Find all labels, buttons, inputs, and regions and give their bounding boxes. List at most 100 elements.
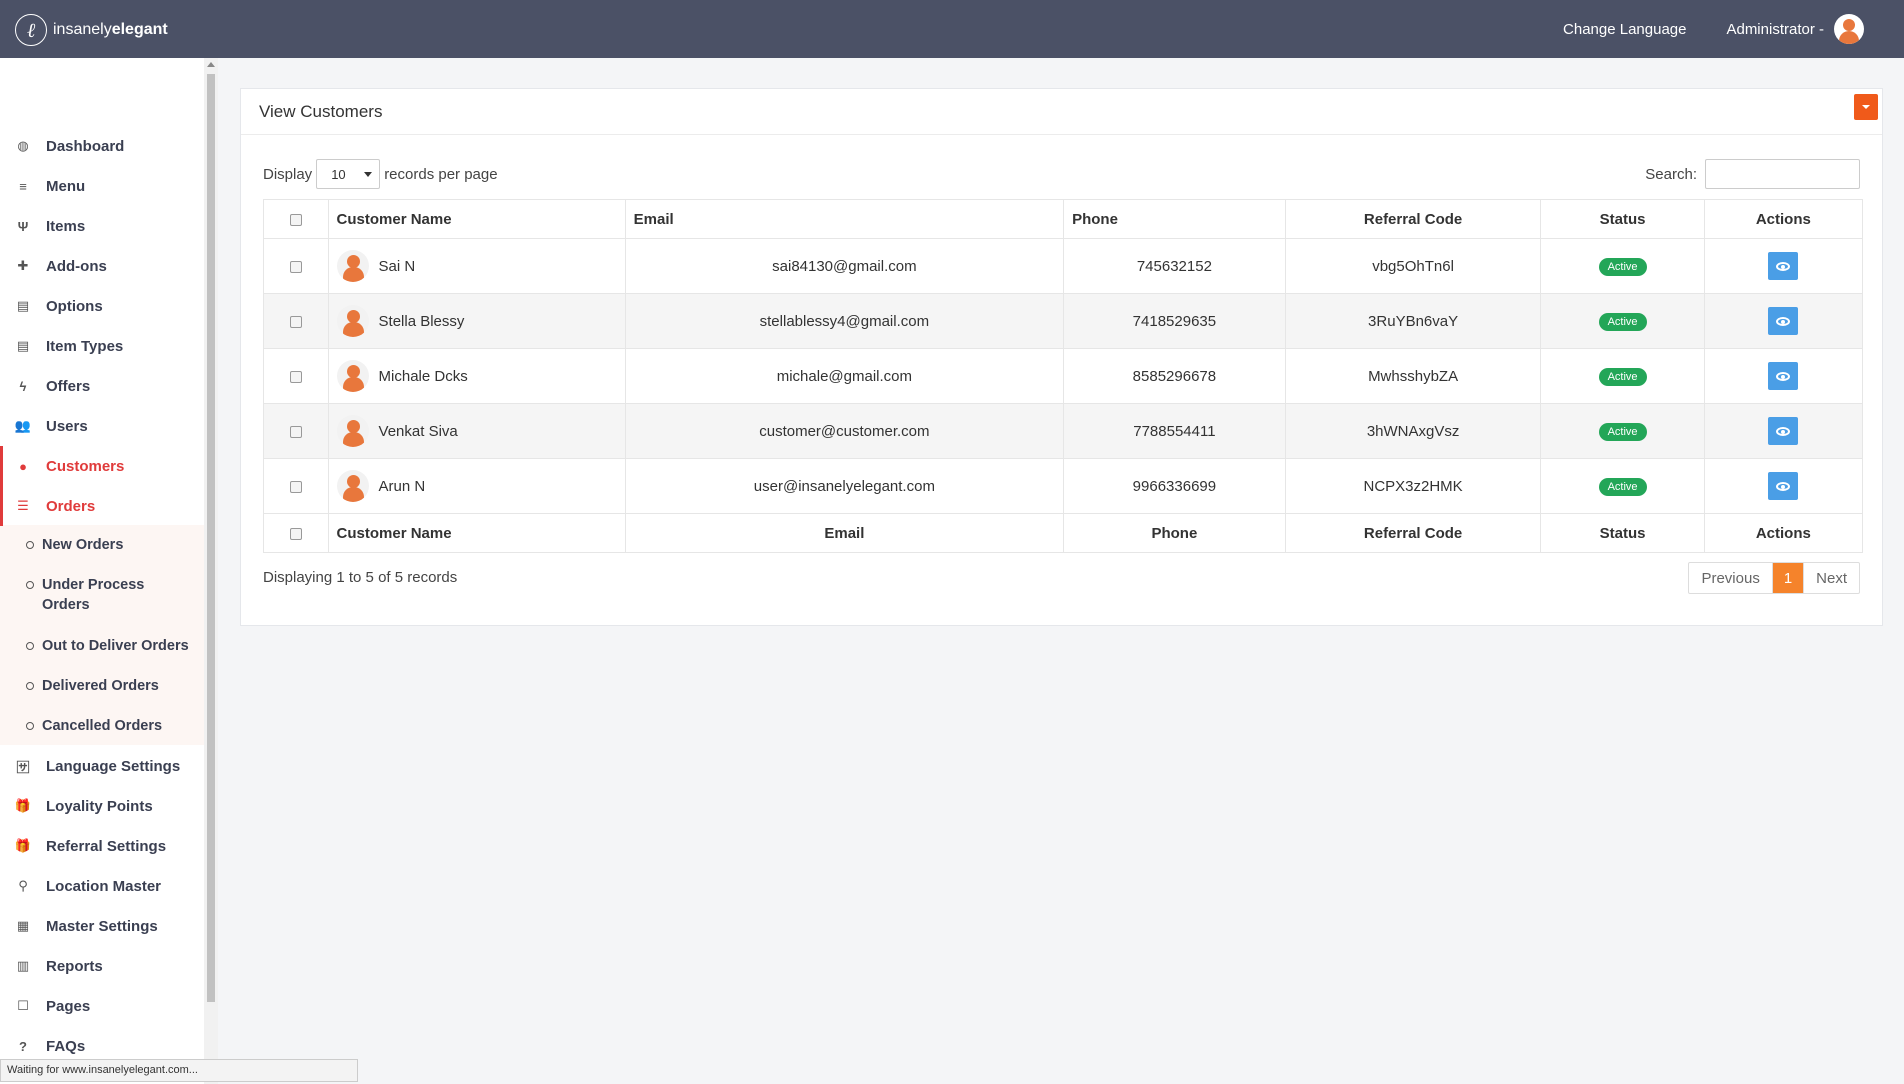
- user-menu[interactable]: Administrator -: [1726, 14, 1864, 44]
- footer-col-actions: Actions: [1703, 513, 1864, 553]
- view-button[interactable]: [1768, 252, 1799, 280]
- row-checkbox[interactable]: [289, 480, 302, 493]
- sidebar-item-items[interactable]: Ψ Items: [0, 206, 204, 246]
- list-icon: ☰: [17, 498, 29, 513]
- customer-name: Arun N: [378, 477, 426, 495]
- sidebar-item-referral-settings[interactable]: 🎁 Referral Settings: [0, 826, 204, 866]
- customer-name: Stella Blessy: [378, 312, 465, 330]
- previous-page-button[interactable]: Previous: [1689, 563, 1773, 593]
- sidebar-item-orders[interactable]: ☰ Orders: [0, 486, 204, 526]
- brand-logo[interactable]: ℓ insanelyelegant: [15, 14, 168, 46]
- submenu-item-delivered-orders[interactable]: Delivered Orders: [0, 676, 204, 696]
- panel-header-divider: [241, 134, 1882, 135]
- row-checkbox[interactable]: [289, 260, 302, 273]
- question-icon: ?: [19, 1038, 27, 1054]
- dashboard-icon: ◍: [17, 138, 29, 153]
- sidebar-item-offers[interactable]: ϟ Offers: [0, 366, 204, 406]
- scroll-up-arrow-icon[interactable]: [207, 62, 215, 67]
- email-cell: stellablessy4@gmail.com: [624, 293, 1065, 349]
- email-cell: customer@customer.com: [624, 403, 1065, 459]
- row-checkbox[interactable]: [289, 315, 302, 328]
- sidebar-item-label: Options: [46, 297, 103, 315]
- sidebar-scrollbar-thumb[interactable]: [207, 74, 215, 1002]
- sidebar-item-customers[interactable]: ● Customers: [0, 446, 204, 486]
- submenu-item-new-orders[interactable]: New Orders: [0, 535, 204, 555]
- circle-icon: [26, 722, 34, 730]
- status-cell: Active: [1540, 293, 1705, 349]
- phone-cell: 8585296678: [1063, 348, 1286, 404]
- status-badge: Active: [1598, 367, 1647, 386]
- table-header-row: Customer Name Email Phone Referral Code …: [263, 199, 1864, 239]
- orders-submenu: [0, 525, 204, 745]
- sidebar-item-label: Loyality Points: [46, 797, 153, 815]
- view-button[interactable]: [1768, 472, 1799, 500]
- sidebar-item-loyality-points[interactable]: 🎁 Loyality Points: [0, 786, 204, 826]
- phone-cell: 9966336699: [1063, 458, 1286, 514]
- current-page-button[interactable]: 1: [1772, 563, 1804, 593]
- page-size-select[interactable]: 10: [316, 159, 381, 189]
- row-select-cell: [263, 293, 329, 349]
- sidebar-item-label: Items: [46, 217, 86, 235]
- col-phone[interactable]: Phone: [1063, 199, 1286, 239]
- view-button[interactable]: [1768, 417, 1799, 445]
- sidebar-item-users[interactable]: 👥 Users: [0, 406, 204, 446]
- select-all-checkbox[interactable]: [289, 213, 302, 226]
- email-cell: michale@gmail.com: [624, 348, 1065, 404]
- sidebar-scrollbar[interactable]: [204, 58, 218, 1084]
- eye-icon: [1776, 371, 1791, 381]
- customer-name-cell: Sai N: [327, 238, 626, 294]
- language-icon: 🈂: [16, 759, 30, 775]
- submenu-item-out-to-deliver-orders[interactable]: Out to Deliver Orders: [0, 636, 204, 656]
- sidebar-item-reports[interactable]: ▥ Reports: [0, 946, 204, 986]
- status-cell: Active: [1540, 238, 1705, 294]
- col-status[interactable]: Status: [1540, 199, 1705, 239]
- view-button[interactable]: [1768, 362, 1799, 390]
- sidebar-item-label: Add-ons: [46, 257, 107, 275]
- sidebar-item-dashboard[interactable]: ◍ Dashboard: [0, 126, 204, 166]
- customer-avatar-icon: [336, 415, 369, 447]
- col-customer-name[interactable]: Customer Name: [327, 199, 626, 239]
- panel-dropdown-button[interactable]: [1854, 94, 1878, 120]
- referral-code-cell: vbg5OhTn6l: [1284, 238, 1542, 294]
- submenu-item-under-process-orders[interactable]: Under Process Orders: [0, 575, 170, 615]
- sidebar-item-menu[interactable]: ≡ Menu: [0, 166, 204, 206]
- submenu-item-label: Cancelled Orders: [42, 718, 163, 734]
- search-input[interactable]: [1705, 159, 1860, 189]
- sidebar-item-add-ons[interactable]: ✚ Add-ons: [0, 246, 204, 286]
- col-email[interactable]: Email: [624, 199, 1065, 239]
- referral-code-cell: 3hWNAxgVsz: [1284, 403, 1542, 459]
- email-cell: user@insanelyelegant.com: [624, 458, 1065, 514]
- sidebar-item-item-types[interactable]: ▤ Item Types: [0, 326, 204, 366]
- actions-cell: [1703, 403, 1864, 459]
- records-per-page-label: records per page: [384, 165, 498, 183]
- referral-code-cell: NCPX3z2HMK: [1284, 458, 1542, 514]
- map-marker-icon: ⚲: [18, 878, 28, 893]
- list-icon: ▤: [16, 338, 30, 353]
- sidebar-item-location-master[interactable]: ⚲ Location Master: [0, 866, 204, 906]
- sidebar-item-language-settings[interactable]: 🈂 Language Settings: [0, 746, 204, 786]
- change-language-link[interactable]: Change Language: [1563, 21, 1686, 38]
- user-avatar-icon: [1834, 14, 1864, 44]
- logo-text: insanelyelegant: [53, 21, 168, 38]
- row-checkbox[interactable]: [289, 425, 302, 438]
- phone-cell: 7418529635: [1063, 293, 1286, 349]
- display-label: Display: [263, 165, 313, 183]
- next-page-button[interactable]: Next: [1803, 563, 1859, 593]
- sidebar-item-pages[interactable]: ☐ Pages: [0, 986, 204, 1026]
- sidebar-item-options[interactable]: ▤ Options: [0, 286, 204, 326]
- status-badge: Active: [1598, 257, 1647, 276]
- view-button[interactable]: [1768, 307, 1799, 335]
- footer-col-referral-code: Referral Code: [1284, 513, 1542, 553]
- cutlery-icon: Ψ: [17, 218, 29, 234]
- status-cell: Active: [1540, 458, 1705, 514]
- col-referral-code[interactable]: Referral Code: [1284, 199, 1542, 239]
- footer-select-all-cell: [263, 513, 329, 553]
- table-row: Arun N user@insanelyelegant.com 9966336699…: [263, 458, 1864, 514]
- sidebar-item-label: Offers: [46, 377, 91, 395]
- row-checkbox[interactable]: [289, 370, 302, 383]
- submenu-item-cancelled-orders[interactable]: Cancelled Orders: [0, 716, 204, 736]
- footer-select-all-checkbox[interactable]: [289, 527, 302, 540]
- grid-icon: ▦: [16, 918, 30, 933]
- sidebar-item-master-settings[interactable]: ▦ Master Settings: [0, 906, 204, 946]
- search-label: Search:: [1645, 165, 1697, 183]
